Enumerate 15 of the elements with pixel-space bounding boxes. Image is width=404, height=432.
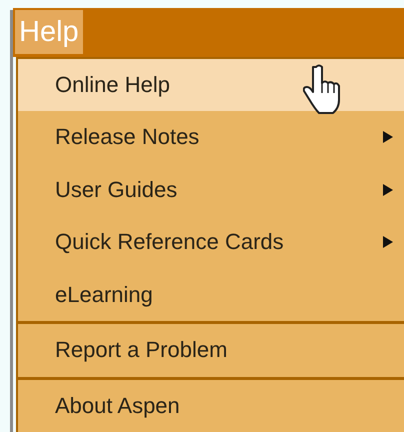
- menu-item[interactable]: About Aspen: [18, 380, 404, 432]
- menu-item[interactable]: Report a Problem: [18, 324, 404, 376]
- menu-item[interactable]: Quick Reference Cards: [18, 216, 404, 268]
- menu-item-label: Report a Problem: [55, 337, 228, 364]
- menu-item[interactable]: Release Notes: [18, 111, 404, 164]
- menu-item-label: eLearning: [55, 282, 153, 308]
- menu-item-label: Release Notes: [55, 124, 200, 150]
- hand-cursor-icon: [303, 62, 343, 114]
- menu-item[interactable]: Online Help: [18, 58, 404, 111]
- menu-item-label: User Guides: [55, 176, 178, 203]
- menu-item-label: Online Help: [55, 72, 170, 98]
- menu-item[interactable]: eLearning: [18, 268, 404, 321]
- menu-item-label: About Aspen: [55, 392, 180, 419]
- menu-item[interactable]: User Guides: [18, 164, 404, 216]
- menu-item-label: Quick Reference Cards: [55, 229, 284, 256]
